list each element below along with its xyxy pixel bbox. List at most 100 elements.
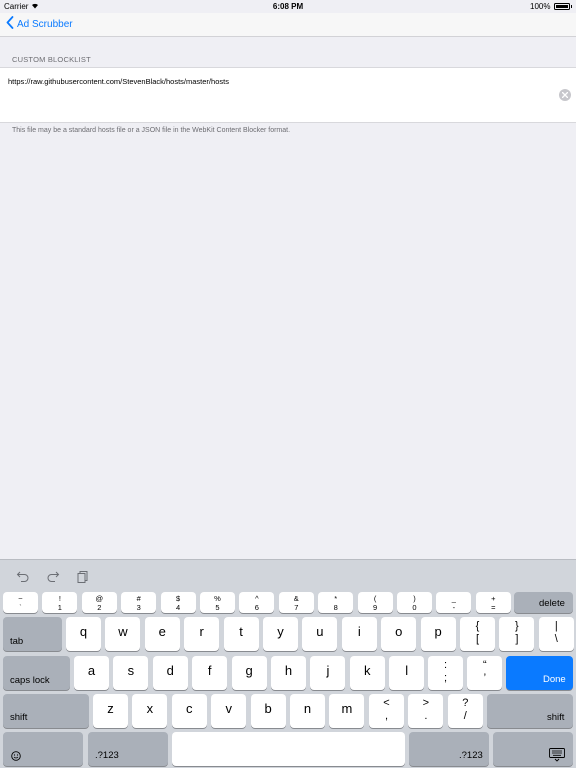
key-b[interactable]: b (250, 694, 286, 728)
done-label: Done (543, 674, 566, 685)
key-sym4-0[interactable]: <, (369, 694, 404, 728)
key-sym4-2[interactable]: ? / (447, 694, 483, 728)
key-d[interactable]: d (152, 656, 188, 690)
key-char: 2 (97, 603, 102, 612)
key-sym-1[interactable]: “’ (467, 656, 503, 690)
key-`[interactable]: ~ ` (3, 592, 38, 613)
key-=[interactable]: + = (475, 592, 511, 613)
key-j[interactable]: j (310, 656, 346, 690)
space-bar[interactable] (172, 732, 405, 766)
battery-icon (553, 3, 570, 10)
undo-icon[interactable] (16, 569, 30, 583)
key-shift-char: $ (176, 594, 181, 603)
key-char: 0 (412, 603, 417, 612)
key-e[interactable]: e (144, 617, 180, 651)
key--[interactable]: _ - (436, 592, 472, 613)
close-icon (562, 92, 568, 98)
key-shift-char: “ (483, 659, 487, 671)
key-1[interactable]: ! 1 (42, 592, 78, 613)
key-8[interactable]: * 8 (318, 592, 354, 613)
key-char: e (158, 624, 166, 639)
key-0[interactable]: ) 0 (397, 592, 432, 613)
key-o[interactable]: o (381, 617, 417, 651)
key-v[interactable]: v (211, 694, 247, 728)
key-char: y (277, 624, 284, 639)
blocklist-url-value[interactable]: https://raw.githubusercontent.com/Steven… (8, 77, 229, 86)
key-shift-char: > (422, 697, 430, 709)
key-h[interactable]: h (271, 656, 306, 690)
dismiss-keyboard-button[interactable] (493, 732, 573, 766)
key-char: , (384, 710, 389, 722)
key-char: . (424, 710, 428, 722)
key-w[interactable]: w (105, 617, 141, 651)
numbers-key-right[interactable]: .?123 (409, 732, 489, 766)
key-char: n (303, 701, 312, 716)
shift-right-key[interactable]: shift (487, 694, 573, 728)
clear-text-button[interactable] (559, 89, 571, 101)
key-u[interactable]: u (302, 617, 338, 651)
key-7[interactable]: & 7 (278, 592, 314, 613)
emoji-button[interactable] (3, 732, 83, 766)
key-m[interactable]: m (329, 694, 365, 728)
key-c[interactable]: c (171, 694, 207, 728)
key-x[interactable]: x (132, 694, 168, 728)
key-i[interactable]: i (341, 617, 377, 651)
key-r[interactable]: r (184, 617, 220, 651)
redo-icon[interactable] (46, 569, 60, 583)
key-z[interactable]: z (93, 694, 128, 728)
key-f[interactable]: f (192, 656, 228, 690)
key-2[interactable]: @2 (81, 592, 117, 613)
key-sym-0[interactable]: :; (428, 656, 463, 690)
key-3[interactable]: #3 (121, 592, 157, 613)
key-shift-char: } (515, 620, 519, 632)
shift-left-key[interactable]: shift (3, 694, 89, 728)
key-char: ’ (483, 672, 487, 684)
numbers-key-left[interactable]: .?123 (88, 732, 168, 766)
key-5[interactable]: % 5 (200, 592, 235, 613)
key-k[interactable]: k (349, 656, 385, 690)
key-\[interactable]: | \ (538, 617, 574, 651)
key-s[interactable]: s (113, 656, 149, 690)
tab-key[interactable]: tab (3, 617, 62, 651)
key-][interactable]: }] (499, 617, 535, 651)
key-n[interactable]: n (290, 694, 325, 728)
key-char: f (207, 663, 212, 678)
key-a[interactable]: a (74, 656, 109, 690)
key-p[interactable]: p (420, 617, 456, 651)
key-[[interactable]: {[ (460, 617, 495, 651)
key-shift-char: % (214, 594, 221, 603)
back-button[interactable]: Ad Scrubber (6, 16, 73, 32)
done-button[interactable]: Done (506, 656, 573, 690)
blocklist-url-field[interactable]: https://raw.githubusercontent.com/Steven… (0, 67, 576, 123)
paste-icon[interactable] (76, 569, 90, 583)
key-char: o (395, 624, 403, 639)
key-9[interactable]: (9 (357, 592, 393, 613)
key-shift-char: < (383, 697, 390, 709)
key-char: v (225, 701, 232, 716)
key-char: - (452, 603, 456, 612)
key-g[interactable]: g (231, 656, 267, 690)
key-char: 9 (373, 603, 378, 612)
key-shift-char: ^ (255, 594, 259, 603)
key-4[interactable]: $4 (160, 592, 196, 613)
key-sym4-1[interactable]: >. (408, 694, 444, 728)
shift-label: shift (10, 712, 28, 723)
numbers-label: .?123 (459, 750, 483, 761)
key-t[interactable]: t (223, 617, 259, 651)
delete-button[interactable]: delete (514, 592, 573, 613)
key-char: z (107, 701, 114, 716)
caps-lock-key[interactable]: caps lock (3, 656, 70, 690)
key-char: a (87, 663, 96, 678)
key-char: \ (554, 633, 558, 645)
key-char: t (239, 624, 243, 639)
numbers-label: .?123 (95, 750, 119, 761)
key-shift-char: { (475, 620, 480, 632)
key-char: ] (515, 633, 519, 645)
key-l[interactable]: l (389, 656, 425, 690)
key-6[interactable]: ^ 6 (239, 592, 275, 613)
key-q[interactable]: q (66, 617, 101, 651)
key-char: k (364, 663, 371, 678)
key-shift-char: * (334, 594, 338, 603)
key-shift-char: ! (58, 594, 61, 603)
key-y[interactable]: y (263, 617, 298, 651)
